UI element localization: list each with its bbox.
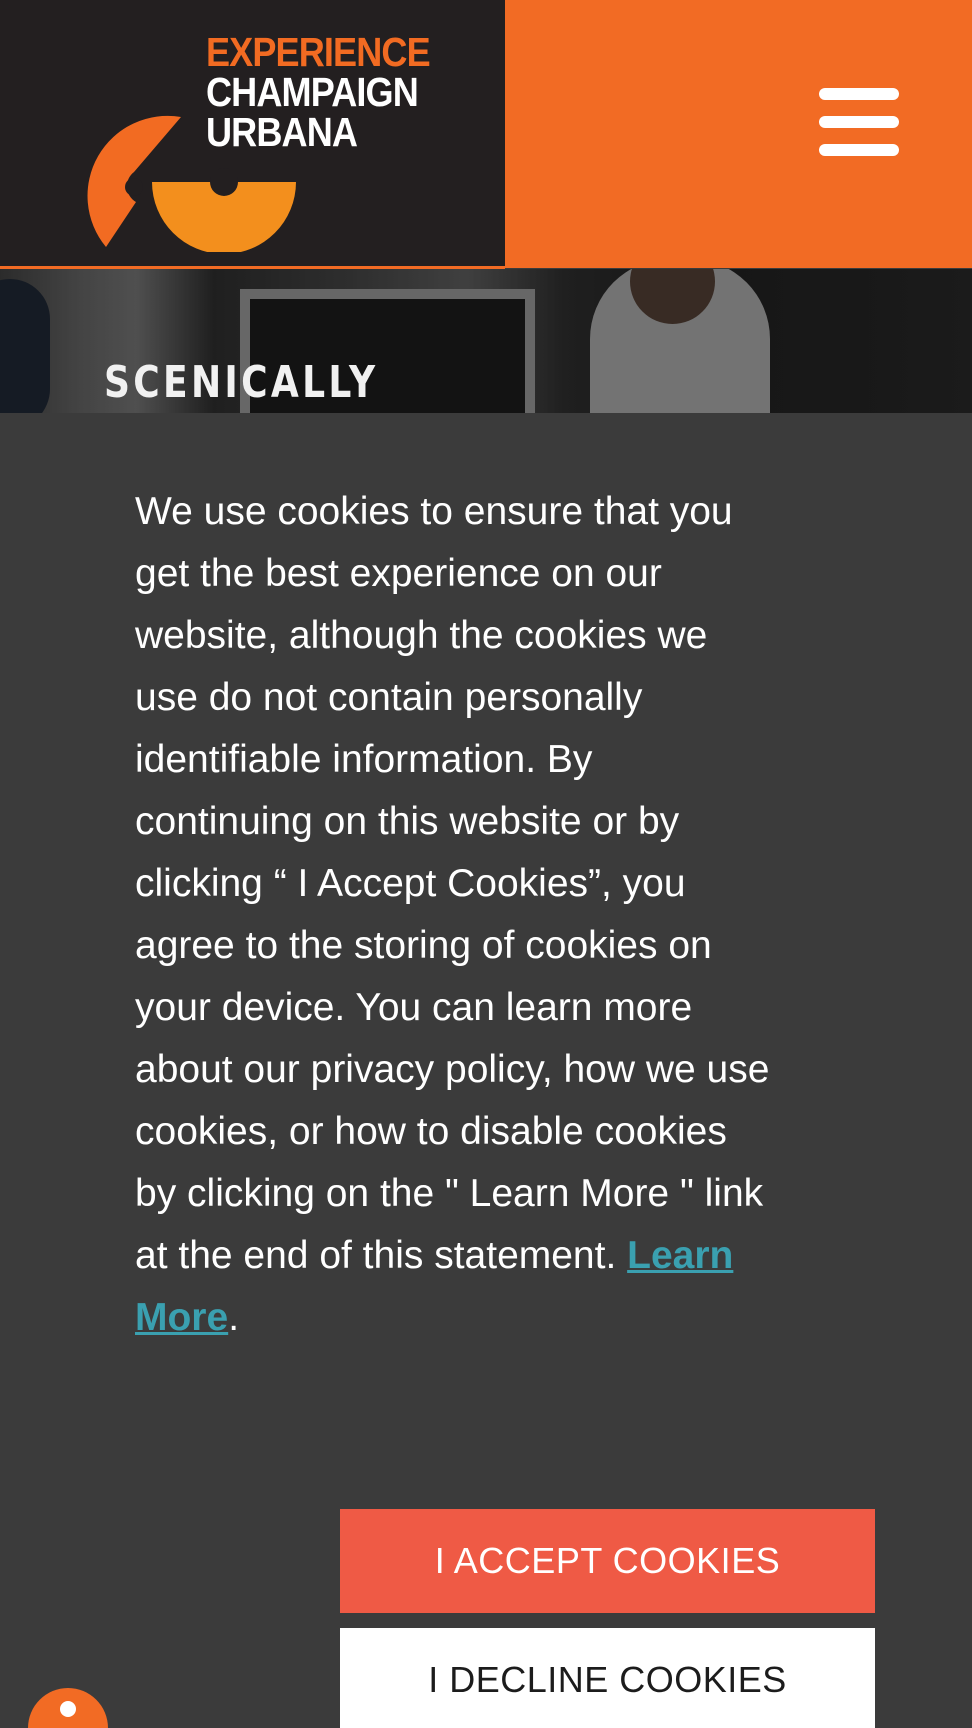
logo-line-urbana: URBANA — [206, 109, 358, 155]
accept-cookies-button[interactable]: I ACCEPT COOKIES — [340, 1509, 875, 1613]
hero-title: SCENICALLY — [104, 357, 379, 408]
cookie-message: We use cookies to ensure that you get th… — [135, 481, 775, 1349]
menu-panel — [505, 0, 972, 268]
logo-panel[interactable]: EXPERIENCE CHAMPAIGN URBANA — [0, 0, 505, 266]
cookie-message-text: We use cookies to ensure that you get th… — [135, 490, 770, 1277]
decline-cookies-button[interactable]: I DECLINE COOKIES — [340, 1628, 875, 1728]
menu-bar — [819, 144, 899, 156]
menu-bar — [819, 116, 899, 128]
logo-line-experience: EXPERIENCE — [206, 29, 431, 75]
hero-image: SCENICALLY — [0, 269, 972, 413]
logo-line-champaign: CHAMPAIGN — [206, 69, 419, 115]
cookie-consent-banner: We use cookies to ensure that you get th… — [0, 413, 972, 1728]
logo-wordmark: EXPERIENCE CHAMPAIGN URBANA — [206, 29, 460, 155]
menu-bar — [819, 88, 899, 100]
accessibility-person-icon — [60, 1701, 76, 1717]
page: EXPERIENCE CHAMPAIGN URBANA SCENICALLY W… — [0, 0, 972, 1728]
cookie-message-period: . — [228, 1296, 240, 1339]
hamburger-menu-icon[interactable] — [819, 86, 901, 158]
site-header: EXPERIENCE CHAMPAIGN URBANA — [0, 0, 972, 269]
